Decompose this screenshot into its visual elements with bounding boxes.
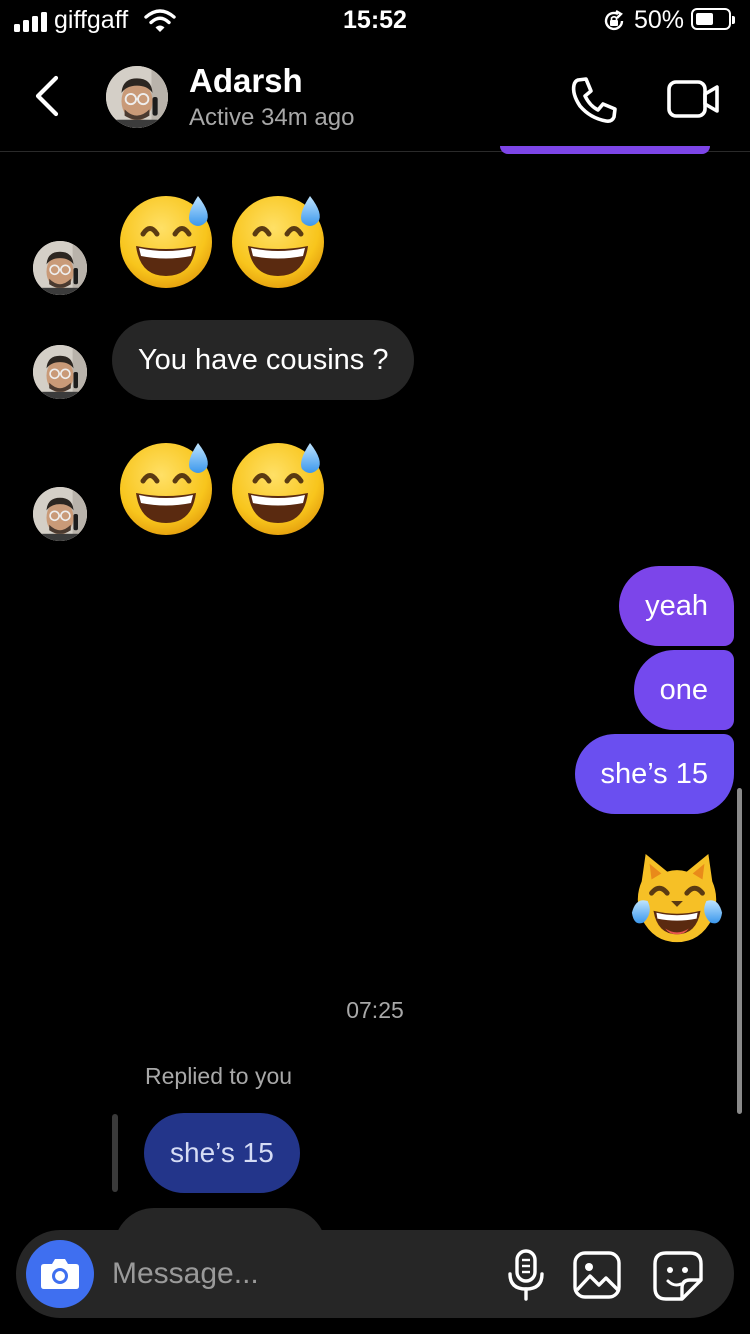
- phone-call-icon[interactable]: [568, 74, 620, 126]
- contact-name[interactable]: Adarsh: [189, 62, 303, 100]
- incoming-message[interactable]: You have cousins ?: [112, 320, 415, 400]
- sender-avatar[interactable]: [33, 487, 87, 541]
- outgoing-message[interactable]: yeah: [619, 566, 734, 646]
- chat-header: Adarsh Active 34m ago: [0, 44, 750, 152]
- rotation-lock-icon: [604, 9, 624, 31]
- sender-avatar[interactable]: [33, 241, 87, 295]
- message-input[interactable]: [112, 1250, 482, 1298]
- quoted-reply-bubble[interactable]: she’s 15: [144, 1113, 300, 1193]
- status-bar: giffgaff 15:52 50%: [0, 0, 750, 44]
- outgoing-message[interactable]: one: [633, 650, 734, 730]
- grinning-sweat-emoji-icon[interactable]: [228, 190, 328, 290]
- reply-indicator-bar: [112, 1114, 118, 1192]
- header-avatar[interactable]: [106, 66, 168, 128]
- timestamp-separator: 07:25: [346, 997, 404, 1023]
- message-composer: [16, 1230, 734, 1318]
- battery-icon: [691, 8, 735, 30]
- grinning-sweat-emoji-icon[interactable]: [228, 437, 328, 537]
- back-chevron-icon[interactable]: [30, 72, 64, 120]
- camera-button[interactable]: [26, 1240, 94, 1308]
- gallery-icon[interactable]: [572, 1250, 622, 1300]
- reply-label: Replied to you: [145, 1063, 293, 1089]
- video-call-icon[interactable]: [666, 77, 720, 121]
- grinning-sweat-emoji-icon[interactable]: [116, 437, 216, 537]
- microphone-icon[interactable]: [504, 1248, 548, 1302]
- previous-message-edge: [500, 146, 710, 154]
- cat-tears-of-joy-emoji-icon[interactable]: [628, 852, 726, 950]
- outgoing-message[interactable]: she’s 15: [574, 734, 734, 814]
- battery-percent: 50%: [634, 6, 685, 34]
- scrollbar[interactable]: [737, 788, 742, 1114]
- sender-avatar[interactable]: [33, 345, 87, 399]
- active-status: Active 34m ago: [189, 104, 355, 131]
- grinning-sweat-emoji-icon[interactable]: [116, 190, 216, 290]
- sticker-icon[interactable]: [652, 1250, 704, 1302]
- camera-icon: [41, 1259, 79, 1289]
